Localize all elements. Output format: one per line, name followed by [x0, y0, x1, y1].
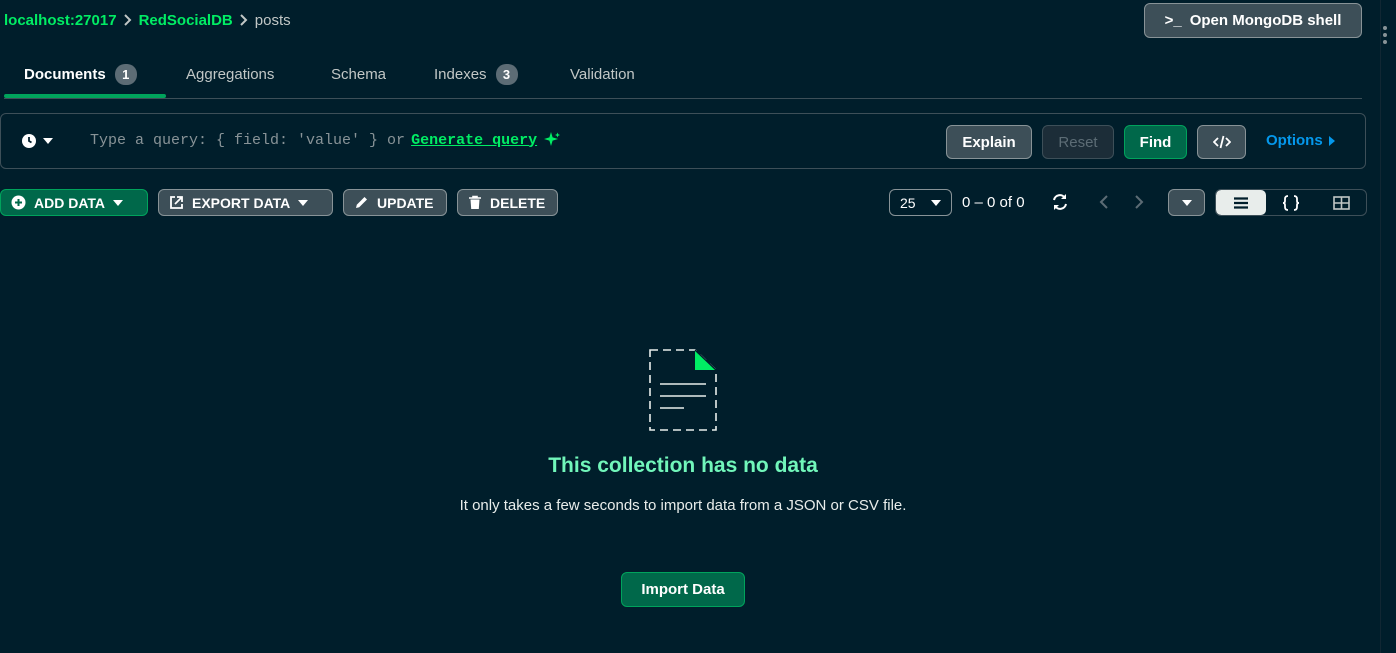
caret-down-icon	[113, 199, 124, 206]
export-icon	[170, 196, 183, 209]
caret-down-icon	[43, 138, 53, 144]
json-view-icon[interactable]	[1266, 190, 1316, 215]
view-options-dropdown[interactable]	[1168, 189, 1205, 216]
explain-button[interactable]: Explain	[946, 125, 1032, 159]
tab-badge: 3	[495, 63, 518, 85]
tab-badge: 1	[114, 63, 137, 85]
delete-label: DELETE	[490, 194, 546, 211]
caret-down-icon	[1181, 199, 1192, 206]
update-label: UPDATE	[377, 194, 434, 211]
refresh-icon[interactable]	[1051, 193, 1069, 214]
empty-document-icon	[648, 348, 718, 435]
table-view-icon[interactable]	[1316, 190, 1366, 215]
tab-aggregations[interactable]: Aggregations	[186, 52, 274, 96]
breadcrumb-collection: posts	[254, 11, 291, 29]
empty-state-description: It only takes a few seconds to import da…	[459, 497, 907, 514]
caret-down-icon	[931, 199, 941, 206]
pagination-range: 0 – 0 of 0	[962, 194, 1025, 211]
open-shell-label: Open MongoDB shell	[1189, 12, 1342, 29]
query-history-button[interactable]	[21, 133, 53, 149]
previous-page-icon[interactable]	[1098, 194, 1110, 213]
open-shell-button[interactable]: >_ Open MongoDB shell	[1144, 3, 1362, 38]
page-size-select[interactable]: 25	[889, 189, 952, 216]
sparkle-icon	[544, 132, 561, 146]
page-size-value: 25	[900, 194, 916, 211]
export-code-button[interactable]	[1197, 125, 1246, 159]
caret-right-icon	[1328, 135, 1335, 146]
query-placeholder: Type a query: { field: 'value' } or	[90, 131, 406, 149]
breadcrumb-database[interactable]: RedSocialDB	[139, 12, 233, 29]
tab-schema[interactable]: Schema	[331, 52, 386, 96]
query-bar: Type a query: { field: 'value' } or Gene…	[0, 113, 1366, 169]
chevron-right-icon	[237, 13, 251, 27]
clock-icon	[22, 134, 36, 148]
tab-label: Aggregations	[186, 65, 275, 83]
pencil-icon	[356, 197, 367, 208]
delete-button[interactable]: DELETE	[457, 189, 558, 216]
reset-button[interactable]: Reset	[1042, 125, 1114, 159]
collection-tabs: Documents 1 Aggregations Schema Indexes …	[4, 52, 1362, 99]
tab-indexes[interactable]: Indexes 3	[434, 52, 518, 96]
export-data-button[interactable]: EXPORT DATA	[158, 189, 333, 216]
plus-circle-icon	[11, 195, 26, 210]
more-options-icon[interactable]	[1381, 26, 1389, 44]
breadcrumb-host[interactable]: localhost:27017	[4, 12, 117, 29]
side-panel-edge	[1380, 0, 1396, 653]
empty-state-title: This collection has no data	[548, 454, 818, 477]
tab-label: Schema	[331, 65, 387, 83]
tab-label: Indexes	[434, 65, 487, 83]
find-button[interactable]: Find	[1124, 125, 1187, 159]
query-input[interactable]: Type a query: { field: 'value' } or Gene…	[90, 131, 561, 149]
tab-documents[interactable]: Documents 1	[24, 52, 137, 96]
active-tab-indicator	[4, 94, 166, 98]
trash-icon	[469, 195, 481, 209]
caret-down-icon	[298, 199, 309, 206]
code-icon	[1212, 135, 1231, 149]
update-button[interactable]: UPDATE	[343, 189, 447, 216]
generate-query-link[interactable]: Generate query	[411, 132, 537, 149]
tab-label: Documents	[24, 65, 106, 83]
list-view-icon[interactable]	[1216, 190, 1266, 215]
next-page-icon[interactable]	[1133, 194, 1145, 213]
add-data-label: ADD DATA	[34, 194, 106, 211]
options-label: Options	[1266, 132, 1323, 149]
tab-label: Validation	[570, 65, 635, 83]
import-data-button[interactable]: Import Data	[621, 572, 745, 607]
chevron-right-icon	[121, 13, 135, 27]
view-switcher	[1215, 189, 1367, 216]
tab-validation[interactable]: Validation	[570, 52, 635, 96]
shell-prompt-icon: >_	[1164, 12, 1182, 29]
breadcrumb: localhost:27017 RedSocialDB posts	[4, 10, 291, 30]
export-data-label: EXPORT DATA	[192, 194, 291, 211]
add-data-button[interactable]: ADD DATA	[0, 189, 148, 216]
options-toggle[interactable]: Options	[1266, 132, 1335, 149]
